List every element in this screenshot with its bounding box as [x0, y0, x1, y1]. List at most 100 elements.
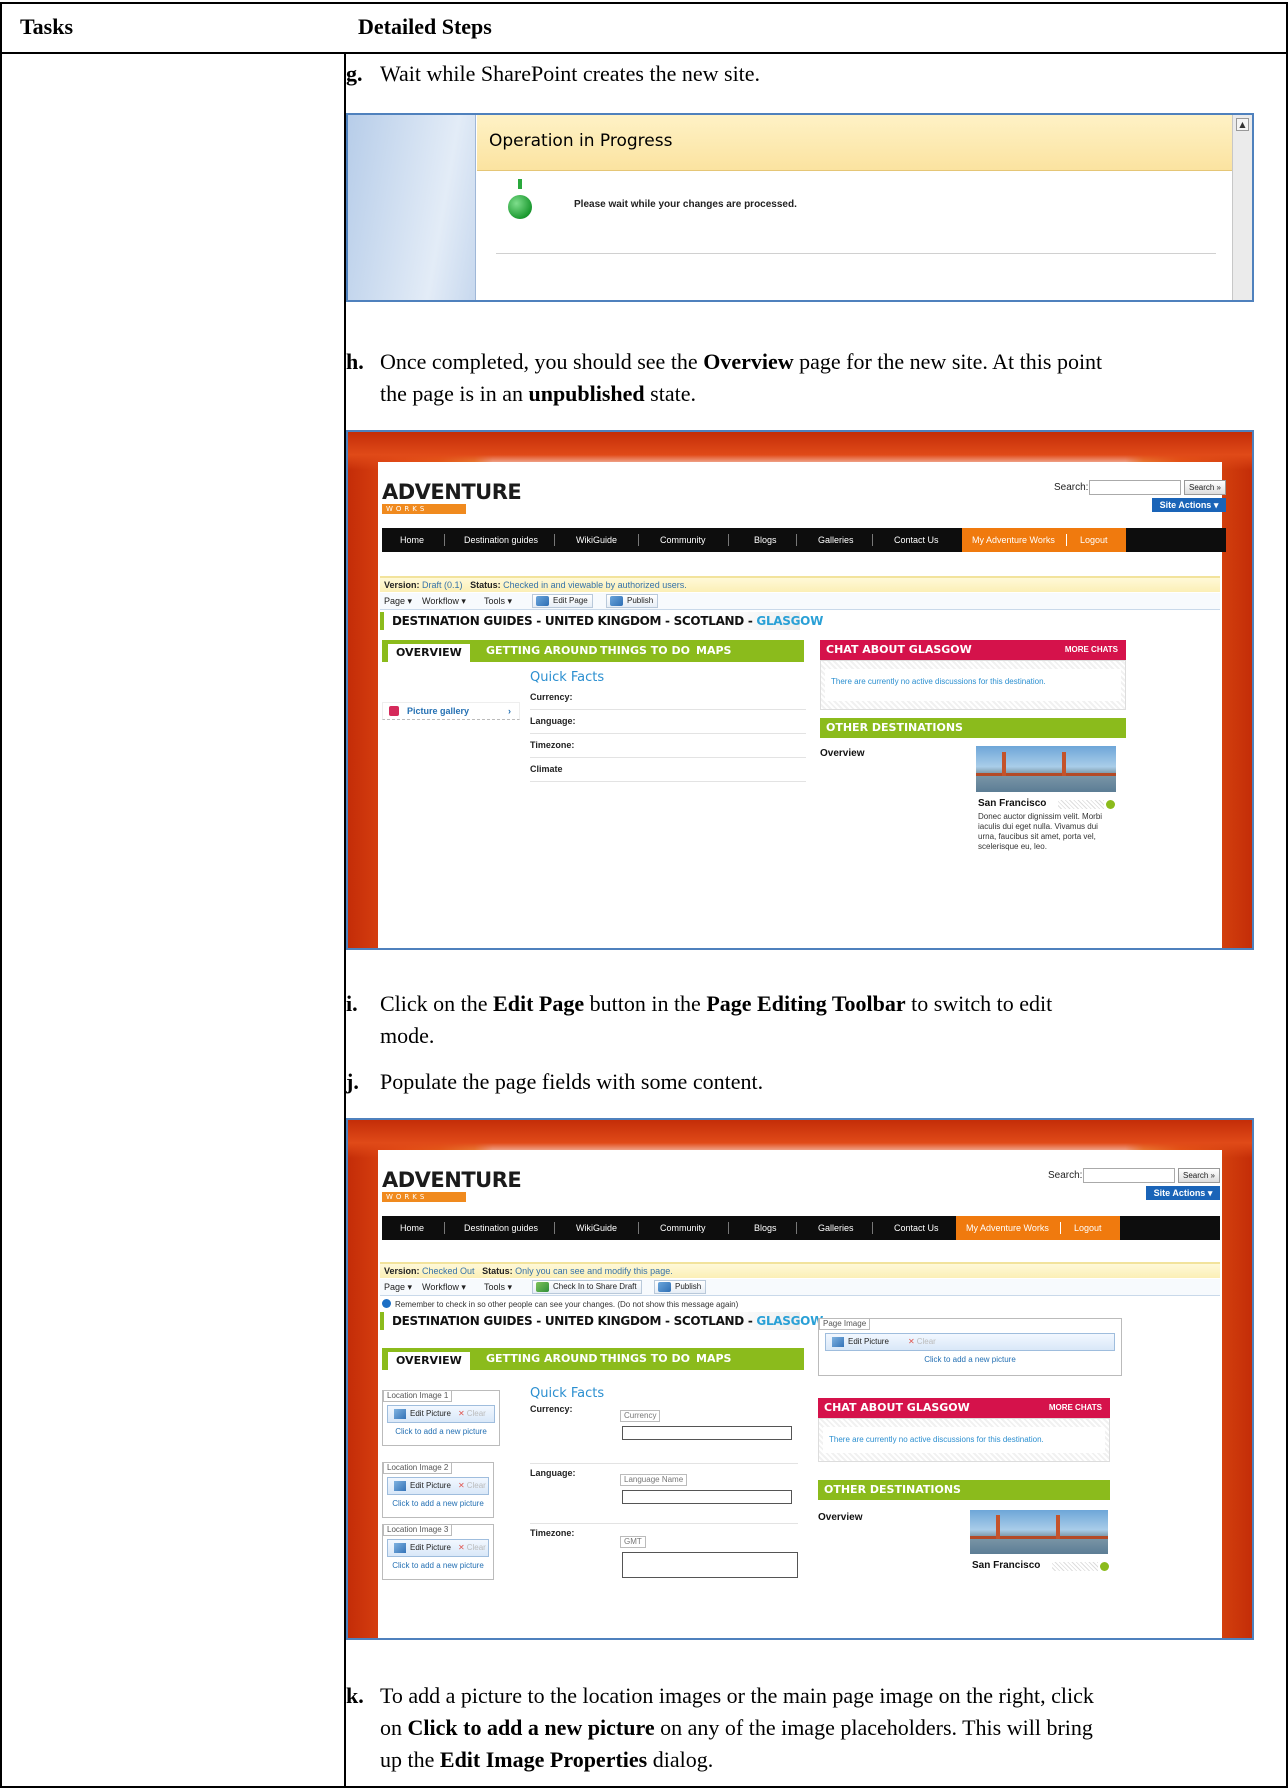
nav-community[interactable]: Community: [660, 1216, 706, 1240]
nav-galleries[interactable]: Galleries: [818, 1216, 854, 1240]
clear-x-icon: ✕: [458, 1481, 465, 1490]
adventure-works-logo[interactable]: ADVENTURE: [382, 480, 522, 504]
edit-picture-button[interactable]: Edit Picture: [410, 1406, 451, 1422]
nav-wikiguide[interactable]: WikiGuide: [576, 528, 617, 552]
click-to-add-picture[interactable]: Click to add a new picture: [819, 1355, 1121, 1364]
adventure-works-logo[interactable]: ADVENTURE: [382, 1168, 522, 1192]
timezone-input[interactable]: [622, 1552, 798, 1578]
nav-wikiguide[interactable]: WikiGuide: [576, 1216, 617, 1240]
nav-destination-guides[interactable]: Destination guides: [464, 528, 538, 552]
workflow-menu[interactable]: Workflow ▾: [422, 1279, 466, 1295]
tab-overview[interactable]: OVERVIEW: [388, 1352, 470, 1370]
san-francisco-image[interactable]: [976, 746, 1116, 792]
search-input[interactable]: [1089, 480, 1181, 495]
search-button[interactable]: Search »: [1178, 1168, 1220, 1183]
check-in-button[interactable]: Check In to Share Draft: [532, 1280, 642, 1294]
nav-logout[interactable]: Logout: [1080, 528, 1108, 552]
tools-menu[interactable]: Tools ▾: [484, 1279, 512, 1295]
divider: [496, 253, 1216, 254]
nav-separator: [638, 534, 639, 546]
picture-gallery-link[interactable]: Picture gallery ›: [382, 702, 520, 720]
search-input[interactable]: [1083, 1168, 1175, 1183]
nav-destination-guides[interactable]: Destination guides: [464, 1216, 538, 1240]
edit-picture-button[interactable]: Edit Picture: [410, 1478, 451, 1494]
tab-things-to-do[interactable]: THINGS TO DO: [600, 1348, 690, 1370]
click-to-add-picture[interactable]: Click to add a new picture: [383, 1499, 493, 1508]
publish-button[interactable]: Publish: [606, 594, 659, 608]
more-chats-link[interactable]: MORE CHATS: [1065, 640, 1118, 660]
clear-button[interactable]: ✕ Clear: [908, 1334, 936, 1350]
tab-maps[interactable]: MAPS: [696, 1348, 731, 1370]
version-label: Version:: [384, 580, 420, 590]
publish-icon: [610, 596, 623, 606]
nav-separator: [872, 1222, 873, 1234]
breadcrumb-current: GLASGOW: [756, 1314, 824, 1328]
edit-picture-button[interactable]: Edit Picture: [848, 1334, 889, 1350]
breadcrumb-path: DESTINATION GUIDES - UNITED KINGDOM - SC…: [392, 1314, 757, 1328]
chevron-right-icon: ›: [508, 706, 511, 716]
workflow-menu[interactable]: Workflow ▾: [422, 593, 466, 609]
click-to-add-picture[interactable]: Click to add a new picture: [383, 1561, 493, 1570]
clear-label: Clear: [466, 1481, 486, 1490]
nav-home[interactable]: Home: [400, 528, 424, 552]
step-label: h.: [346, 349, 364, 374]
status-value: Checked in and viewable by authorized us…: [503, 580, 687, 590]
text-run: on any of the image placeholders. This w…: [654, 1715, 1093, 1740]
header-detailed-steps: Detailed Steps: [358, 14, 492, 39]
publish-button[interactable]: Publish: [654, 1280, 707, 1294]
chat-panel: There are currently no active discussion…: [818, 1418, 1110, 1462]
breadcrumb: DESTINATION GUIDES - UNITED KINGDOM - SC…: [380, 612, 823, 630]
clear-button[interactable]: ✕ Clear: [458, 1478, 486, 1494]
picture-toolbar: Edit Picture ✕ Clear: [387, 1405, 495, 1423]
text-run: up the: [380, 1747, 440, 1772]
fact-timezone: Timezone:: [530, 740, 806, 758]
nav-logout[interactable]: Logout: [1074, 1216, 1102, 1240]
edit-picture-button[interactable]: Edit Picture: [410, 1540, 451, 1556]
tab-getting-around[interactable]: GETTING AROUND: [486, 1348, 598, 1370]
search-button[interactable]: Search »: [1184, 480, 1226, 495]
clear-button[interactable]: ✕ Clear: [458, 1406, 486, 1422]
operation-screenshot: Operation in Progress Please wait while …: [346, 113, 1254, 302]
step-text: To add a picture to the location images …: [380, 1680, 1094, 1776]
nav-contact-us[interactable]: Contact Us: [894, 528, 939, 552]
language-input[interactable]: [622, 1490, 792, 1504]
currency-input[interactable]: [622, 1426, 792, 1440]
nav-blogs[interactable]: Blogs: [754, 528, 777, 552]
scroll-up-icon[interactable]: ▲: [1236, 118, 1249, 131]
tools-menu[interactable]: Tools ▾: [484, 593, 512, 609]
scrollbar[interactable]: ▲: [1232, 115, 1252, 300]
go-arrow-icon[interactable]: [1106, 800, 1115, 809]
page-menu[interactable]: Page ▾: [384, 593, 412, 609]
tab-getting-around[interactable]: GETTING AROUND: [486, 640, 598, 662]
step-text: Click on the Edit Page button in the Pag…: [380, 988, 1052, 1052]
go-arrow-icon[interactable]: [1100, 1562, 1109, 1571]
site-actions-menu[interactable]: Site Actions ▾: [1152, 498, 1226, 512]
nav-home[interactable]: Home: [400, 1216, 424, 1240]
clear-x-icon: ✕: [458, 1409, 465, 1418]
text-run: To add a picture to the location images …: [380, 1683, 1094, 1708]
tab-overview[interactable]: OVERVIEW: [388, 644, 470, 662]
reminder-text[interactable]: Remember to check in so other people can…: [395, 1300, 738, 1309]
tab-things-to-do[interactable]: THINGS TO DO: [600, 640, 690, 662]
quick-facts-heading: Quick Facts: [530, 670, 605, 685]
edit-page-button[interactable]: Edit Page: [532, 594, 593, 608]
san-francisco-title[interactable]: San Francisco: [972, 1560, 1040, 1571]
currency-field-caption: Currency: [620, 1410, 661, 1422]
nav-my-adventure-works[interactable]: My Adventure Works: [972, 528, 1055, 552]
san-francisco-image[interactable]: [970, 1510, 1108, 1554]
page-menu[interactable]: Page ▾: [384, 1279, 412, 1295]
chat-title: CHAT ABOUT GLASGOW: [826, 643, 972, 656]
click-to-add-picture[interactable]: Click to add a new picture: [383, 1427, 499, 1436]
site-actions-menu[interactable]: Site Actions ▾: [1146, 1186, 1220, 1200]
bridge-tower: [1062, 751, 1066, 777]
tab-maps[interactable]: MAPS: [696, 640, 731, 662]
nav-blogs[interactable]: Blogs: [754, 1216, 777, 1240]
clear-button[interactable]: ✕ Clear: [458, 1540, 486, 1556]
nav-contact-us[interactable]: Contact Us: [894, 1216, 939, 1240]
nav-community[interactable]: Community: [660, 528, 706, 552]
progress-spinner-icon: [508, 195, 532, 219]
nav-galleries[interactable]: Galleries: [818, 528, 854, 552]
san-francisco-title[interactable]: San Francisco: [978, 798, 1046, 809]
more-chats-link[interactable]: MORE CHATS: [1049, 1398, 1102, 1418]
nav-my-adventure-works[interactable]: My Adventure Works: [966, 1216, 1049, 1240]
